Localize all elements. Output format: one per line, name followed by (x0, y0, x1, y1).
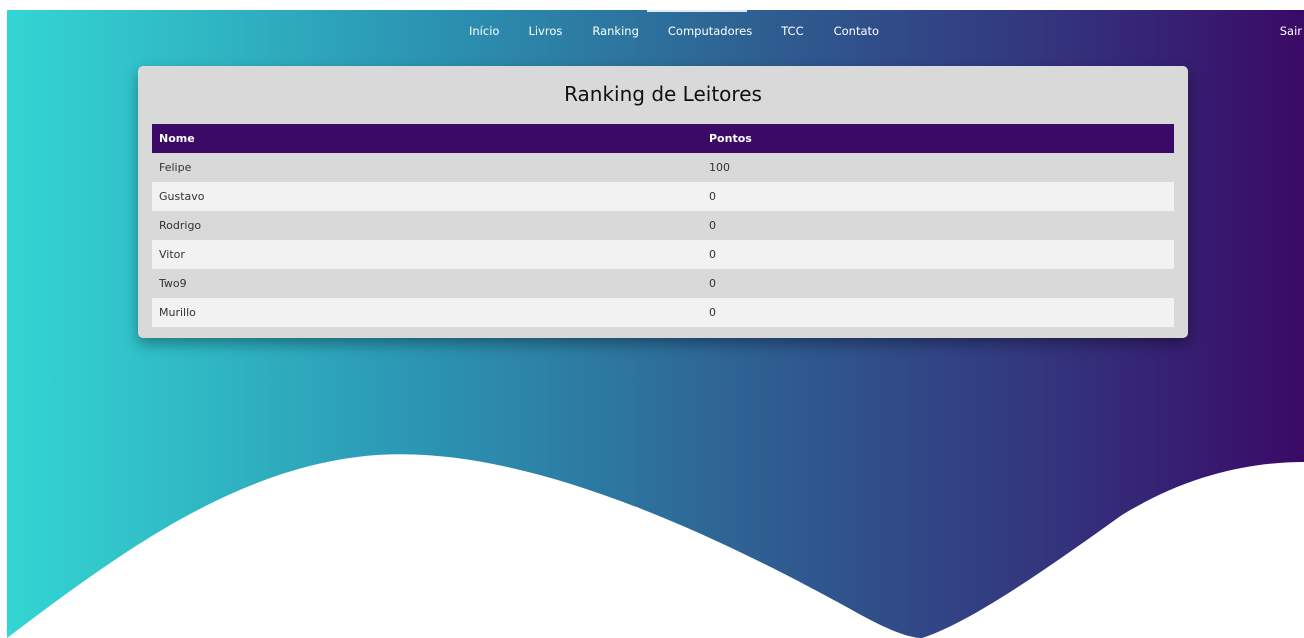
cell-points: 0 (702, 298, 1174, 327)
cell-points: 0 (702, 240, 1174, 269)
cell-name: Rodrigo (152, 211, 702, 240)
logout-link[interactable]: Sair (1280, 24, 1302, 38)
ranking-card: Ranking de Leitores Nome Pontos Felipe 1… (138, 66, 1188, 338)
cell-name: Murillo (152, 298, 702, 327)
cell-points: 0 (702, 269, 1174, 298)
nav-link-tcc[interactable]: TCC (781, 24, 803, 38)
cell-name: Two9 (152, 269, 702, 298)
nav-link-livros[interactable]: Livros (528, 24, 562, 38)
table-row: Two9 0 (152, 269, 1174, 298)
table-row: Vitor 0 (152, 240, 1174, 269)
ranking-table: Nome Pontos Felipe 100 Gustavo 0 Rodrigo… (152, 124, 1174, 327)
nav-link-inicio[interactable]: Início (469, 24, 499, 38)
cell-name: Felipe (152, 153, 702, 182)
page-title: Ranking de Leitores (564, 82, 762, 106)
top-navigation: Início Livros Ranking Computadores TCC C… (7, 10, 1304, 54)
table-header-row: Nome Pontos (152, 124, 1174, 153)
cell-points: 0 (702, 182, 1174, 211)
page-background: Início Livros Ranking Computadores TCC C… (7, 10, 1304, 638)
active-tab-indicator (647, 10, 747, 12)
cell-name: Vitor (152, 240, 702, 269)
cell-points: 0 (702, 211, 1174, 240)
nav-links: Início Livros Ranking Computadores TCC C… (457, 24, 879, 38)
table-row: Rodrigo 0 (152, 211, 1174, 240)
nav-link-contato[interactable]: Contato (834, 24, 879, 38)
nav-link-ranking[interactable]: Ranking (592, 24, 639, 38)
table-row: Murillo 0 (152, 298, 1174, 327)
table-row: Felipe 100 (152, 153, 1174, 182)
nav-link-computadores[interactable]: Computadores (668, 24, 752, 38)
cell-points: 100 (702, 153, 1174, 182)
column-header-pontos: Pontos (702, 124, 1174, 153)
column-header-nome: Nome (152, 124, 702, 153)
table-row: Gustavo 0 (152, 182, 1174, 211)
cell-name: Gustavo (152, 182, 702, 211)
